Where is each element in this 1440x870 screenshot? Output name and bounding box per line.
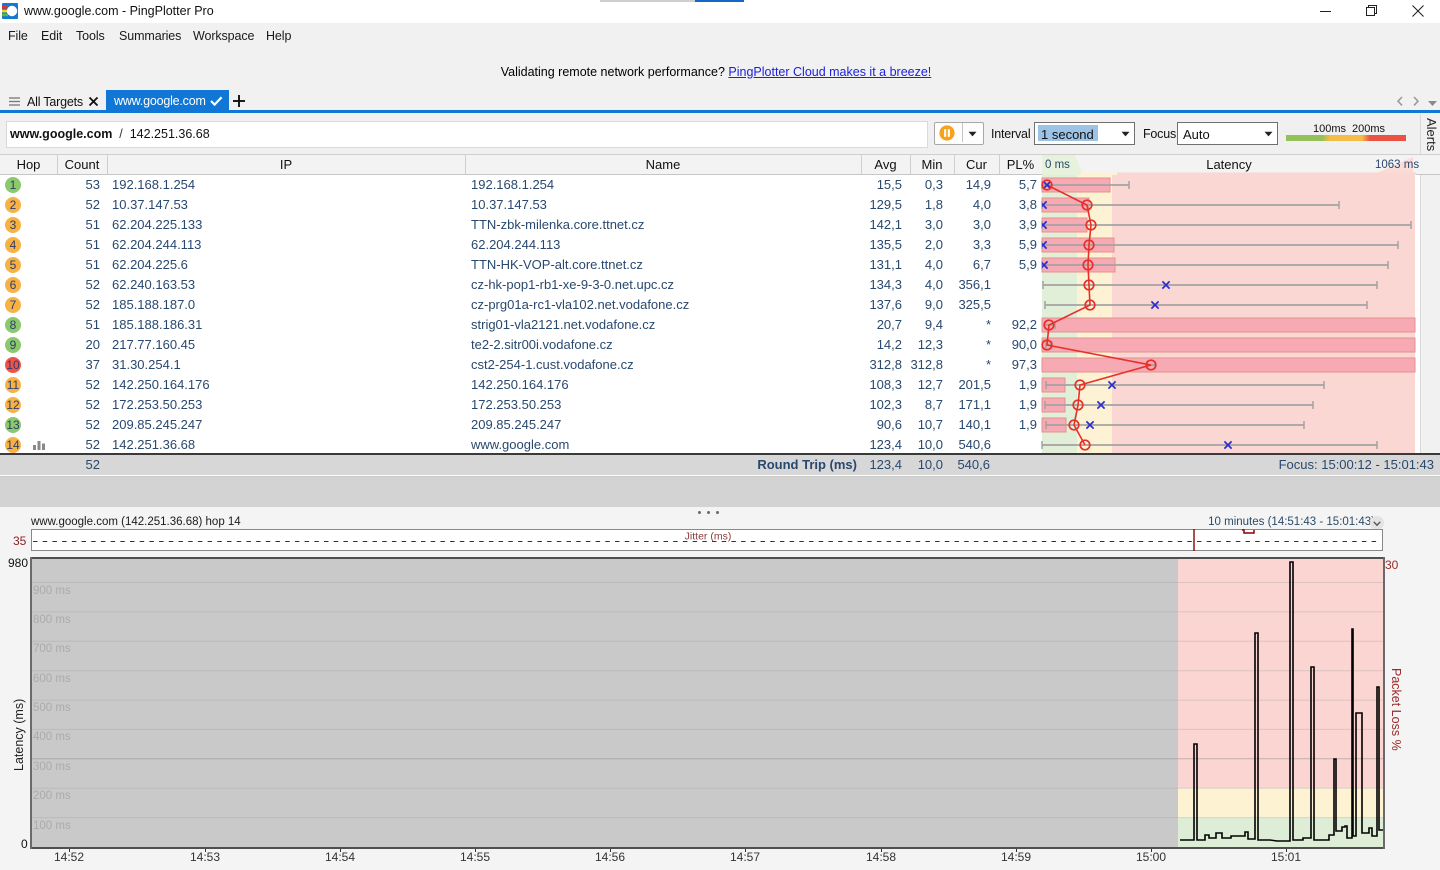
svg-text:700 ms: 700 ms <box>33 643 71 655</box>
svg-text:600 ms: 600 ms <box>33 673 71 685</box>
svg-text:200 ms: 200 ms <box>33 790 71 802</box>
svg-text:Jitter (ms): Jitter (ms) <box>685 531 732 543</box>
svg-text:100 ms: 100 ms <box>33 820 71 832</box>
svg-text:500 ms: 500 ms <box>33 702 71 714</box>
svg-text:300 ms: 300 ms <box>33 761 71 773</box>
svg-text:800 ms: 800 ms <box>33 614 71 626</box>
svg-text:900 ms: 900 ms <box>33 585 71 597</box>
svg-text:400 ms: 400 ms <box>33 731 71 743</box>
